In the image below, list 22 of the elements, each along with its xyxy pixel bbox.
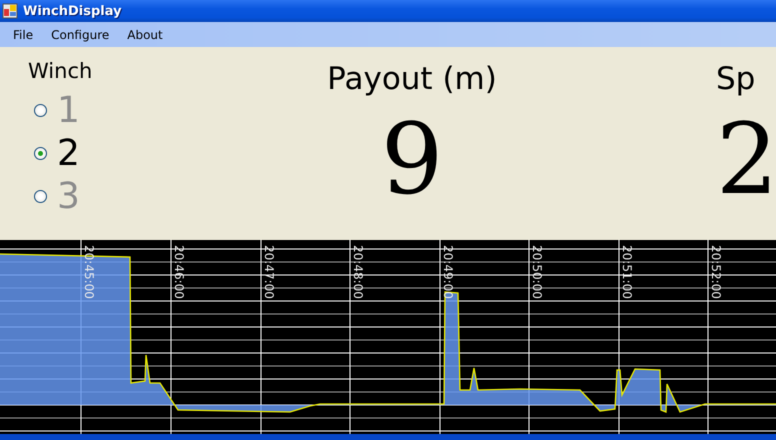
app-icon <box>2 3 18 19</box>
window-title: WinchDisplay <box>23 4 122 18</box>
menu-item[interactable]: About <box>118 28 172 42</box>
winch-radio[interactable]: 2 <box>34 132 80 175</box>
time-label: 20:45:00 <box>82 245 96 299</box>
menu-item[interactable]: Configure <box>42 28 118 42</box>
time-label: 20:52:00 <box>709 245 723 299</box>
menu-item[interactable]: File <box>4 28 42 42</box>
time-label: 20:51:00 <box>620 245 634 299</box>
readout-value: 9 <box>380 111 444 209</box>
time-label: 20:48:00 <box>351 245 365 299</box>
readout-value: 2 <box>716 111 776 209</box>
winch-label: Winch <box>28 59 92 83</box>
time-label: 20:49:00 <box>441 245 455 299</box>
readout-label: Sp <box>716 61 756 97</box>
time-label: 20:47:00 <box>262 245 276 299</box>
radio-circle-icon <box>34 104 47 117</box>
time-label: 20:50:00 <box>530 245 544 299</box>
radio-circle-icon <box>34 190 47 203</box>
readout-label: Payout (m) <box>327 61 497 97</box>
radio-circle-icon <box>34 147 47 160</box>
time-label: 20:46:00 <box>172 245 186 299</box>
